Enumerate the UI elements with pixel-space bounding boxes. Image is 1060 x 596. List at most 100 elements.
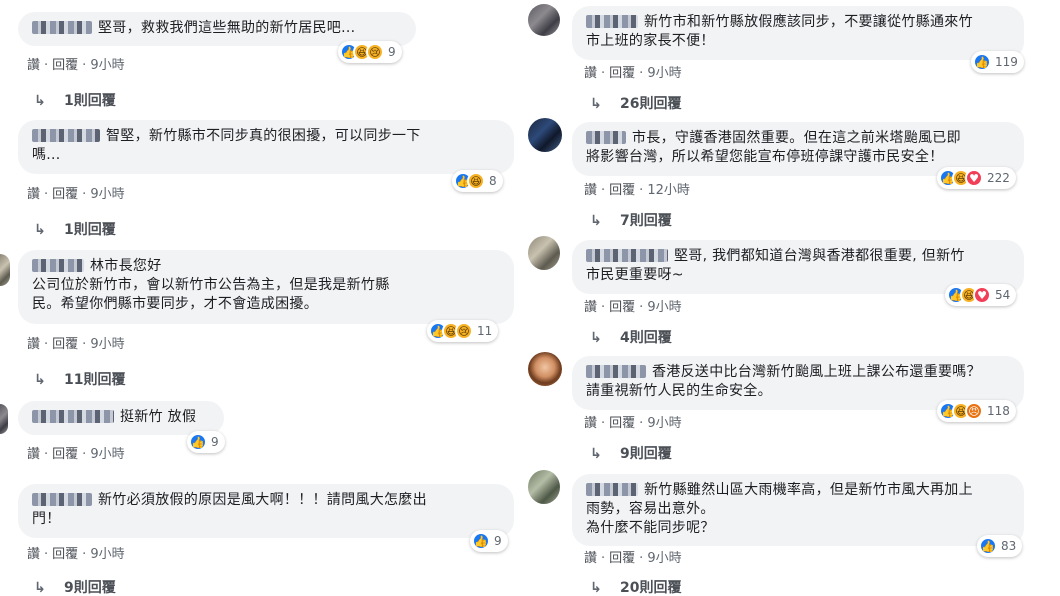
commenter-avatar[interactable]: [0, 404, 8, 434]
blurred-commenter-name[interactable]: [32, 21, 92, 34]
reply-link[interactable]: 回覆: [52, 337, 78, 352]
comment-text: 新竹縣雖然山區大雨機率高，但是新竹市風大再加上 雨勢，容易出意外。 為什麼不能同…: [586, 482, 973, 536]
commenter-avatar[interactable]: [528, 4, 560, 36]
blurred-commenter-name[interactable]: [586, 249, 668, 262]
view-replies-link[interactable]: ↳ 1則回覆: [34, 219, 116, 239]
reply-arrow-icon: ↳: [34, 222, 46, 238]
like-link[interactable]: 讚: [27, 58, 40, 73]
like-link[interactable]: 讚: [584, 300, 597, 315]
replies-count: 20則回覆: [620, 580, 682, 596]
blurred-commenter-name[interactable]: [32, 493, 92, 506]
reaction-summary[interactable]: 👍 119: [971, 51, 1024, 73]
like-link[interactable]: 讚: [27, 187, 40, 202]
replies-count: 9則回覆: [620, 446, 672, 462]
reaction-count: 9: [211, 435, 219, 449]
reply-arrow-icon: ↳: [590, 580, 602, 596]
blurred-commenter-name[interactable]: [586, 483, 638, 496]
reply-link[interactable]: 回覆: [609, 551, 635, 566]
like-link[interactable]: 讚: [27, 547, 40, 562]
commenter-avatar[interactable]: [0, 254, 10, 286]
comment-time[interactable]: 12小時: [647, 183, 690, 198]
reply-link[interactable]: 回覆: [609, 183, 635, 198]
crying-face-icon: 😢: [455, 322, 473, 340]
blurred-commenter-name[interactable]: [32, 129, 100, 142]
reaction-summary[interactable]: 👍 😆 😢 9: [338, 41, 402, 63]
thumbs-up-icon: 👍: [973, 53, 991, 71]
reply-link[interactable]: 回覆: [52, 547, 78, 562]
blurred-commenter-name[interactable]: [586, 131, 626, 144]
reply-link[interactable]: 回覆: [609, 416, 635, 431]
comment-text: 堅哥，救救我們這些無助的新竹居民吧...: [98, 20, 356, 36]
view-replies-link[interactable]: ↳ 26則回覆: [590, 93, 681, 113]
like-link[interactable]: 讚: [584, 66, 597, 81]
blurred-commenter-name[interactable]: [32, 259, 84, 272]
comment-time[interactable]: 9小時: [90, 58, 124, 73]
comment-time[interactable]: 9小時: [647, 551, 681, 566]
reply-link[interactable]: 回覆: [609, 66, 635, 81]
reaction-count: 54: [995, 288, 1011, 302]
comment-actions: 讚 · 回覆 · 9小時: [27, 337, 125, 352]
reaction-summary[interactable]: 👍 😆 😢 11: [427, 320, 499, 342]
comment-bubble: 林市長您好 公司位於新竹市，會以新竹市公告為主，但是我是新竹縣 民。希望你們縣市…: [18, 250, 514, 324]
comment-actions: 讚 · 回覆 · 9小時: [584, 66, 682, 81]
view-replies-link[interactable]: ↳ 20則回覆: [590, 577, 681, 596]
commenter-avatar[interactable]: [528, 352, 562, 386]
like-link[interactable]: 讚: [584, 551, 597, 566]
reaction-count: 9: [494, 534, 502, 548]
reply-link[interactable]: 回覆: [52, 58, 78, 73]
comment-actions: 讚 · 回覆 · 9小時: [27, 58, 125, 73]
blurred-commenter-name[interactable]: [586, 365, 646, 378]
comment-bubble: 新竹市和新竹縣放假應該同步，不要讓從竹縣通來竹 市上班的家長不便！: [572, 6, 1024, 60]
comment-time[interactable]: 9小時: [647, 300, 681, 315]
blurred-commenter-name[interactable]: [586, 15, 638, 28]
like-link[interactable]: 讚: [584, 416, 597, 431]
reaction-count: 222: [987, 171, 1010, 185]
reaction-count: 118: [987, 404, 1010, 418]
view-replies-link[interactable]: ↳ 9則回覆: [590, 443, 672, 463]
view-replies-link[interactable]: ↳ 11則回覆: [34, 369, 125, 389]
like-link[interactable]: 讚: [27, 447, 40, 462]
reaction-summary[interactable]: 👍 😆 8: [452, 170, 503, 192]
reaction-summary[interactable]: 👍 9: [187, 431, 225, 453]
reaction-count: 119: [995, 55, 1018, 69]
comment-time[interactable]: 9小時: [90, 447, 124, 462]
commenter-avatar[interactable]: [528, 236, 560, 270]
comment-actions: 讚 · 回覆 · 9小時: [27, 447, 125, 462]
reply-link[interactable]: 回覆: [609, 300, 635, 315]
comment-time[interactable]: 9小時: [90, 337, 124, 352]
like-link[interactable]: 讚: [584, 183, 597, 198]
view-replies-link[interactable]: ↳ 9則回覆: [34, 577, 116, 596]
comment-actions: 讚 · 回覆 · 12小時: [584, 183, 690, 198]
reaction-summary[interactable]: 👍 😆 😠 118: [937, 400, 1016, 422]
reply-link[interactable]: 回覆: [52, 447, 78, 462]
reaction-count: 8: [489, 174, 497, 188]
comment-bubble: 挺新竹 放假: [18, 401, 224, 435]
blurred-commenter-name[interactable]: [32, 410, 114, 423]
reply-arrow-icon: ↳: [590, 213, 602, 229]
view-replies-link[interactable]: ↳ 7則回覆: [590, 210, 672, 230]
commenter-avatar[interactable]: [528, 470, 560, 504]
reply-arrow-icon: ↳: [590, 446, 602, 462]
reaction-summary[interactable]: 👍 9: [470, 530, 508, 552]
reply-link[interactable]: 回覆: [52, 187, 78, 202]
comment-time[interactable]: 9小時: [647, 416, 681, 431]
view-replies-link[interactable]: ↳ 1則回覆: [34, 90, 116, 110]
thumbs-up-icon: 👍: [472, 532, 490, 550]
comment-text: 新竹市和新竹縣放假應該同步，不要讓從竹縣通來竹 市上班的家長不便！: [586, 14, 973, 49]
comment-actions: 讚 · 回覆 · 9小時: [27, 547, 125, 562]
comment-actions: 讚 · 回覆 · 9小時: [584, 300, 682, 315]
reaction-summary[interactable]: 👍 😆 ♥ 222: [937, 167, 1016, 189]
comment-time[interactable]: 9小時: [647, 66, 681, 81]
heart-icon: ♥: [965, 169, 983, 187]
comment-time[interactable]: 9小時: [90, 547, 124, 562]
reaction-summary[interactable]: 👍 😆 ♥ 54: [945, 284, 1017, 306]
comment-time[interactable]: 9小時: [90, 187, 124, 202]
reaction-summary[interactable]: 👍 83: [977, 535, 1023, 557]
commenter-avatar[interactable]: [528, 118, 562, 152]
comment-text: 林市長您好 公司位於新竹市，會以新竹市公告為主，但是我是新竹縣 民。希望你們縣市…: [32, 258, 390, 312]
view-replies-link[interactable]: ↳ 4則回覆: [590, 327, 672, 347]
like-link[interactable]: 讚: [27, 337, 40, 352]
replies-count: 1則回覆: [64, 93, 116, 109]
comment-bubble: 智堅，新竹縣市不同步真的很困擾，可以同步一下 嗎...: [18, 120, 514, 174]
replies-count: 26則回覆: [620, 96, 682, 112]
